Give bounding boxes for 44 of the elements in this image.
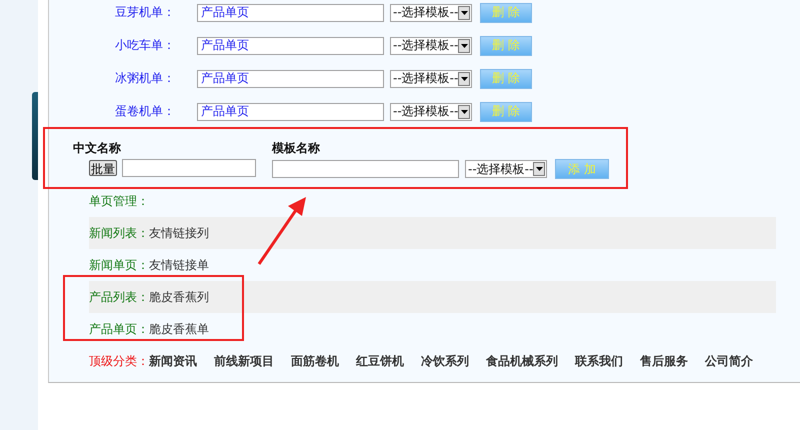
caret-icon	[533, 162, 545, 176]
category-link[interactable]: 前线新项目	[214, 352, 274, 370]
template-type-label: 产品单页：	[89, 320, 149, 338]
category-link[interactable]: 红豆饼机	[356, 352, 404, 370]
template-select[interactable]: --选择模板--	[390, 4, 472, 22]
annotation-arrow	[258, 197, 306, 265]
category-link[interactable]: 面筋卷机	[291, 352, 339, 370]
template-input[interactable]	[272, 160, 459, 178]
category-link[interactable]: 新闻资讯	[149, 352, 197, 370]
template-name: 脆皮香蕉单	[149, 320, 209, 338]
batch-button[interactable]: 批量	[89, 160, 117, 176]
name-input[interactable]: 产品单页	[197, 70, 384, 88]
caret-icon	[458, 38, 470, 52]
name-input[interactable]: 产品单页	[197, 102, 384, 120]
row-label: 冰粥机单：	[115, 70, 176, 87]
category-link[interactable]: 冷饮系列	[421, 352, 469, 370]
template-type-label: 产品列表：	[89, 288, 149, 306]
category-link[interactable]: 售后服务	[640, 352, 688, 370]
template-type-label: 新闻单页：	[89, 256, 149, 274]
row-label: 小吃车单：	[115, 37, 176, 54]
column-header: 中文名称	[73, 140, 122, 157]
caret-icon	[458, 72, 470, 86]
side-handle[interactable]	[32, 92, 38, 180]
caret-icon	[458, 6, 470, 20]
template-name: 脆皮香蕉列	[149, 288, 209, 306]
category-link[interactable]: 公司简介	[705, 352, 753, 370]
category-label: 顶级分类：	[89, 352, 149, 370]
section-label: 单页管理：	[89, 192, 149, 210]
template-name: 友情链接单	[149, 256, 209, 274]
template-select[interactable]: --选择模板--	[390, 102, 472, 120]
template-name: 友情链接列	[149, 224, 209, 242]
template-select[interactable]: --选择模板--	[465, 160, 547, 178]
template-type-label: 新闻列表：	[89, 224, 149, 242]
name-input[interactable]	[122, 159, 256, 177]
row-label: 豆芽机单：	[115, 4, 176, 21]
name-input[interactable]: 产品单页	[197, 4, 384, 22]
template-select[interactable]: --选择模板--	[390, 70, 472, 88]
category-link[interactable]: 联系我们	[575, 352, 623, 370]
caret-icon	[458, 104, 470, 118]
name-input[interactable]: 产品单页	[197, 36, 384, 54]
row-label: 蛋卷机单：	[115, 103, 176, 120]
template-select[interactable]: --选择模板--	[390, 36, 472, 54]
column-header: 模板名称	[272, 140, 321, 157]
category-link[interactable]: 食品机械系列	[486, 352, 558, 370]
